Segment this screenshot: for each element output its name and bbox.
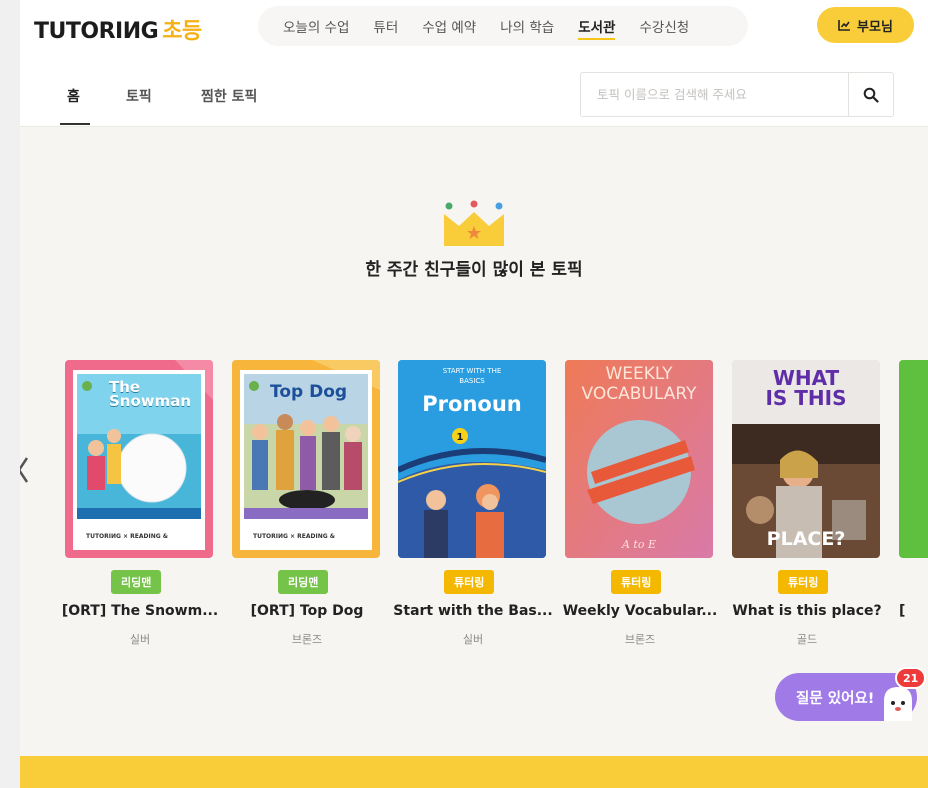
book-level: 실버 (129, 633, 151, 646)
cover-footer: TUTORIИG × READING & (253, 533, 335, 540)
search-input[interactable] (581, 73, 849, 116)
book-title[interactable]: [ORT] The Snowm... (55, 603, 225, 619)
parent-button[interactable]: 부모님 (817, 7, 914, 43)
book-title[interactable]: Weekly Vocabular... (555, 603, 725, 619)
ghost-mascot-icon[interactable] (878, 683, 918, 723)
logo-sub: 초등 (162, 19, 202, 44)
notification-badge: 21 (895, 667, 927, 689)
book-title[interactable]: [ORT] Top Dog (222, 603, 392, 619)
book-level: 브론즈 (624, 633, 656, 646)
category-badge: 튜터링 (611, 570, 662, 594)
nav-today-class[interactable]: 오늘의 수업 (283, 16, 349, 36)
nav-library[interactable]: 도서관 (578, 16, 616, 40)
cover-title: Top Dog (270, 382, 348, 402)
chevron-left-icon[interactable] (20, 455, 30, 485)
nav-enrollment[interactable]: 수강신청 (639, 16, 689, 36)
cover-kicker: START WITH THE (442, 367, 502, 375)
library-subnav: 홈 토픽 찜한 토픽 (20, 52, 928, 127)
cover-footer: A to E (621, 538, 656, 551)
book-cover-peek[interactable] (899, 360, 928, 558)
chart-icon (838, 20, 851, 31)
cover-kicker: BASICS (459, 377, 485, 385)
cover-footer: TUTORIИG × READING & (86, 533, 168, 540)
book-title[interactable]: Start with the Bas... (388, 603, 558, 619)
nav-my-learning[interactable]: 나의 학습 (500, 16, 554, 36)
cover-footer: PLACE? (766, 528, 846, 550)
book-cover: WEEKLY VOCABULARY A to E (565, 360, 713, 558)
book-cover: WHAT IS THIS PLACE? (732, 360, 880, 558)
book-cover: 1 START WITH THE BASICS Pronoun (398, 360, 546, 558)
main-nav: 오늘의 수업 튜터 수업 예약 나의 학습 도서관 수강신청 (258, 6, 748, 46)
ask-question-label: 질문 있어요! (796, 690, 875, 707)
category-badge: 리딩맨 (111, 570, 162, 594)
book-level: 실버 (462, 633, 484, 646)
book-level: 브론즈 (291, 633, 323, 646)
category-badge: 튜터링 (778, 570, 829, 594)
book-cover: TUTORIИG × READING & The Snowman (65, 360, 213, 558)
section-title: 한 주간 친구들이 많이 본 토픽 (365, 260, 583, 280)
tutoring-logo[interactable]: TUTORIИG 초등 (34, 13, 202, 45)
book-level: 골드 (796, 633, 818, 646)
book-title[interactable]: What is this place? (722, 603, 892, 619)
topic-search (580, 72, 894, 117)
cover-title: WEEKLY (605, 364, 673, 384)
tab-home[interactable]: 홈 (67, 86, 80, 106)
nav-tutor[interactable]: 튜터 (373, 16, 398, 36)
book-title-peek: [ (899, 603, 906, 619)
cover-title: Pronoun (422, 392, 522, 416)
logo-main: TUTORIИG (34, 19, 159, 44)
top-header: TUTORIИG 초등 오늘의 수업 튜터 수업 예약 나의 학습 도서관 수강신… (20, 0, 928, 52)
parent-button-label: 부모님 (857, 19, 893, 35)
cover-subtitle: VOCABULARY (581, 384, 697, 404)
cover-title: WHAT (772, 366, 840, 390)
cover-subtitle: IS THIS (765, 386, 847, 410)
crown-icon (444, 200, 504, 246)
cover-title: The Snowman (109, 378, 192, 410)
search-icon (863, 87, 879, 103)
page: TUTORIИG 초등 오늘의 수업 튜터 수업 예약 나의 학습 도서관 수강신… (20, 0, 928, 788)
active-tab-underline (60, 123, 90, 125)
category-badge: 튜터링 (444, 570, 495, 594)
footer-band (20, 756, 928, 788)
tab-saved-topics[interactable]: 찜한 토픽 (201, 86, 257, 106)
nav-class-booking[interactable]: 수업 예약 (422, 16, 476, 36)
cover-number: 1 (457, 432, 464, 443)
book-cover: TUTORIИG × READING & Top Dog (232, 360, 380, 558)
search-button[interactable] (848, 73, 893, 116)
tab-topics[interactable]: 토픽 (126, 86, 152, 106)
category-badge: 리딩맨 (278, 570, 329, 594)
